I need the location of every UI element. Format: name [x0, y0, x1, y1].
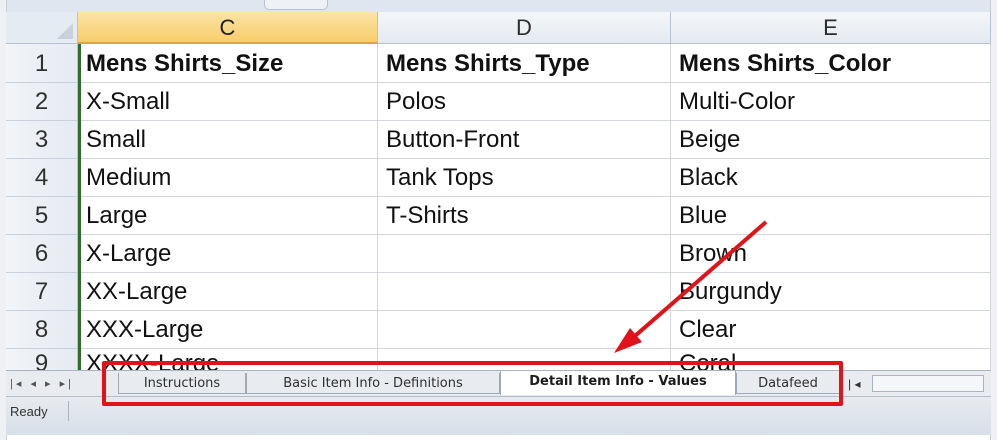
sheet-tab-basic-item-info[interactable]: Basic Item Info - Definitions	[246, 373, 500, 394]
column-title-cell[interactable]: Mens Shirts_Color	[671, 44, 991, 83]
table-cell[interactable]: Beige	[671, 121, 991, 159]
table-cell[interactable]: Coral	[671, 349, 991, 370]
column-header-e[interactable]: E	[671, 12, 991, 44]
row-header[interactable]: 2	[6, 83, 78, 121]
column-header-c[interactable]: C	[78, 12, 378, 44]
table-cell[interactable]: Black	[671, 159, 991, 197]
sheet-tab-detail-item-info[interactable]: Detail Item Info - Values	[500, 371, 736, 395]
row-header[interactable]: 6	[6, 235, 78, 273]
table-cell[interactable]: Button-Front	[378, 121, 671, 159]
table-cell[interactable]	[378, 349, 671, 370]
table-cell[interactable]: X-Small	[78, 83, 378, 121]
row-header[interactable]: 4	[6, 159, 78, 197]
table-cell[interactable]: Brown	[671, 235, 991, 273]
column-header-d[interactable]: D	[378, 12, 671, 44]
spreadsheet-window: C D E 1 Mens Shirts_Size Mens Shirts_Type M…	[0, 0, 997, 440]
table-cell[interactable]: Polos	[378, 83, 671, 121]
row-header[interactable]: 7	[6, 273, 78, 311]
status-divider	[68, 401, 69, 421]
table-cell[interactable]	[378, 235, 671, 273]
table-cell[interactable]: Large	[78, 197, 378, 235]
resize-handle[interactable]	[264, 0, 328, 10]
first-sheet-icon[interactable]: |◂	[10, 378, 24, 390]
horizontal-scrollbar[interactable]	[872, 375, 984, 392]
tab-scroll-icon[interactable]: | ◂	[848, 377, 860, 391]
sheet-tab-instructions[interactable]: Instructions	[118, 373, 246, 394]
table-cell[interactable]: XX-Large	[78, 273, 378, 311]
row-header[interactable]: 9	[6, 349, 78, 370]
status-bar: Ready	[6, 396, 991, 435]
prev-sheet-icon[interactable]: ◂	[30, 378, 39, 390]
table-cell[interactable]: X-Large	[78, 235, 378, 273]
table-cell[interactable]: Medium	[78, 159, 378, 197]
table-cell[interactable]: Blue	[671, 197, 991, 235]
row-header[interactable]: 8	[6, 311, 78, 349]
selection-indicator	[78, 44, 81, 370]
last-sheet-icon[interactable]: ▸|	[60, 378, 74, 390]
table-cell[interactable]: XXXX-Large	[78, 349, 378, 370]
worksheet-grid: C D E 1 Mens Shirts_Size Mens Shirts_Type M…	[6, 12, 991, 370]
table-cell[interactable]	[378, 273, 671, 311]
row-header[interactable]: 3	[6, 121, 78, 159]
sheet-tab-bar: |◂ ◂ ▸ ▸| Instructions Basic Item Info -…	[6, 370, 991, 397]
table-cell[interactable]	[378, 311, 671, 349]
table-cell[interactable]: Tank Tops	[378, 159, 671, 197]
select-all-icon	[57, 23, 73, 39]
table-cell[interactable]: Small	[78, 121, 378, 159]
column-title-cell[interactable]: Mens Shirts_Size	[78, 44, 378, 83]
table-cell[interactable]: Clear	[671, 311, 991, 349]
select-all-corner[interactable]	[6, 12, 78, 44]
sheet-tab-datafeed[interactable]: Datafeed	[736, 373, 840, 394]
row-header[interactable]: 5	[6, 197, 78, 235]
table-cell[interactable]: Burgundy	[671, 273, 991, 311]
table-cell[interactable]: T-Shirts	[378, 197, 671, 235]
table-cell[interactable]: Multi-Color	[671, 83, 991, 121]
row-header[interactable]: 1	[6, 44, 78, 83]
column-title-cell[interactable]: Mens Shirts_Type	[378, 44, 671, 83]
status-text: Ready	[10, 404, 48, 419]
sheet-nav-buttons: |◂ ◂ ▸ ▸|	[10, 377, 74, 390]
window-right-edge	[990, 0, 997, 440]
next-sheet-icon[interactable]: ▸	[45, 378, 54, 390]
table-cell[interactable]: XXX-Large	[78, 311, 378, 349]
